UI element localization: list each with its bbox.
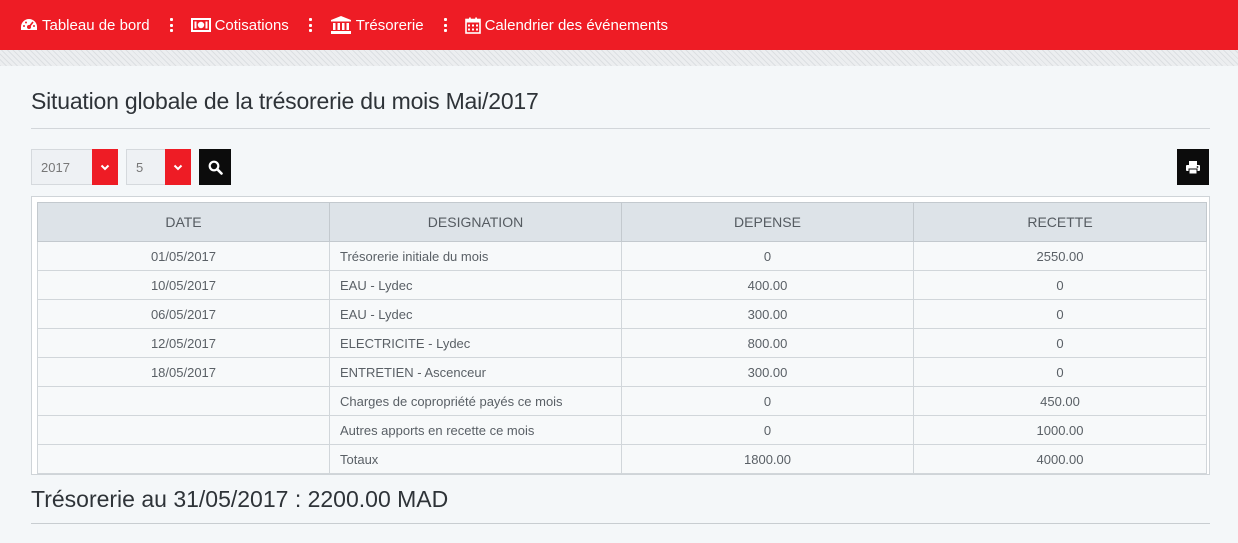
table-row: 12/05/2017 ELECTRICITE - Lydec 800.00 0 [37, 328, 1207, 358]
depense-cell: 300.00 [621, 357, 914, 387]
column-header: RECETTE [913, 202, 1207, 242]
column-header: DATE [37, 202, 330, 242]
summary-divider [31, 523, 1210, 524]
recette-cell: 0 [913, 328, 1207, 358]
print-icon [1186, 160, 1200, 174]
depense-cell: 1800.00 [621, 444, 914, 474]
nav-separator-icon [443, 18, 447, 32]
table-row: 06/05/2017 EAU - Lydec 300.00 0 [37, 299, 1207, 329]
date-cell [37, 386, 330, 416]
date-cell: 10/05/2017 [37, 270, 330, 300]
search-button[interactable] [199, 149, 231, 185]
column-header: DESIGNATION [329, 202, 622, 242]
designation-cell: EAU - Lydec [329, 270, 622, 300]
column-header: DEPENSE [621, 202, 914, 242]
designation-cell: Charges de copropriété payés ce mois [329, 386, 622, 416]
month-select-value: 5 [136, 160, 144, 175]
nav-item-tresorerie[interactable]: Trésorerie [330, 16, 424, 34]
decorative-stripe [0, 50, 1238, 66]
calendar-icon [464, 17, 481, 34]
treasury-summary: Trésorerie au 31/05/2017 : 2200.00 MAD [31, 486, 449, 512]
depense-cell: 0 [621, 415, 914, 445]
designation-cell: EAU - Lydec [329, 299, 622, 329]
dashboard-icon [21, 19, 37, 30]
date-cell: 01/05/2017 [37, 241, 330, 271]
bank-icon [330, 16, 351, 34]
page-title: Situation globale de la trésorerie du mo… [31, 88, 539, 114]
table-row-totals: Totaux 1800.00 4000.00 [37, 444, 1207, 474]
nav-label: Tableau de bord [42, 16, 150, 34]
depense-cell: 0 [621, 386, 914, 416]
depense-cell: 400.00 [621, 270, 914, 300]
date-cell [37, 415, 330, 445]
nav-item-calendrier[interactable]: Calendrier des événements [464, 16, 669, 34]
recette-cell: 1000.00 [913, 415, 1207, 445]
nav-label: Cotisations [214, 16, 289, 34]
money-icon [190, 18, 211, 32]
table-header-row: DATE DESIGNATION DEPENSE RECETTE [37, 202, 1207, 242]
year-select-value: 2017 [41, 160, 70, 175]
designation-cell: Totaux [329, 444, 622, 474]
recette-cell: 4000.00 [913, 444, 1207, 474]
treasury-table: DATE DESIGNATION DEPENSE RECETTE 01/05/2… [37, 202, 1207, 474]
designation-cell: Trésorerie initiale du mois [329, 241, 622, 271]
nav-item-cotisations[interactable]: Cotisations [190, 16, 289, 34]
nav-separator-icon [169, 18, 173, 32]
recette-cell: 0 [913, 270, 1207, 300]
print-button[interactable] [1177, 149, 1209, 185]
date-cell: 12/05/2017 [37, 328, 330, 358]
nav-label: Trésorerie [355, 16, 424, 34]
title-divider [31, 128, 1210, 129]
recette-cell: 450.00 [913, 386, 1207, 416]
table-row: 18/05/2017 ENTRETIEN - Ascenceur 300.00 … [37, 357, 1207, 387]
nav-label: Calendrier des événements [484, 16, 669, 34]
year-select[interactable]: 2017 [31, 149, 118, 185]
chevron-down-icon[interactable] [165, 149, 191, 185]
recette-cell: 0 [913, 357, 1207, 387]
recette-cell: 0 [913, 299, 1207, 329]
designation-cell: ENTRETIEN - Ascenceur [329, 357, 622, 387]
nav-separator-icon [308, 18, 312, 32]
table-row: Autres apports en recette ce mois 0 1000… [37, 415, 1207, 445]
chevron-down-icon[interactable] [92, 149, 118, 185]
date-cell: 06/05/2017 [37, 299, 330, 329]
top-navbar: Tableau de bord Cotisations Trésorerie C… [0, 0, 1238, 50]
month-select[interactable]: 5 [126, 149, 191, 185]
depense-cell: 0 [621, 241, 914, 271]
date-cell: 18/05/2017 [37, 357, 330, 387]
recette-cell: 2550.00 [913, 241, 1207, 271]
treasury-table-container: DATE DESIGNATION DEPENSE RECETTE 01/05/2… [31, 196, 1210, 475]
table-row: 01/05/2017 Trésorerie initiale du mois 0… [37, 241, 1207, 271]
depense-cell: 300.00 [621, 299, 914, 329]
designation-cell: ELECTRICITE - Lydec [329, 328, 622, 358]
designation-cell: Autres apports en recette ce mois [329, 415, 622, 445]
table-row: Charges de copropriété payés ce mois 0 4… [37, 386, 1207, 416]
depense-cell: 800.00 [621, 328, 914, 358]
nav-item-tableau-de-bord[interactable]: Tableau de bord [20, 17, 150, 34]
table-row: 10/05/2017 EAU - Lydec 400.00 0 [37, 270, 1207, 300]
date-cell [37, 444, 330, 474]
search-icon [208, 160, 223, 175]
